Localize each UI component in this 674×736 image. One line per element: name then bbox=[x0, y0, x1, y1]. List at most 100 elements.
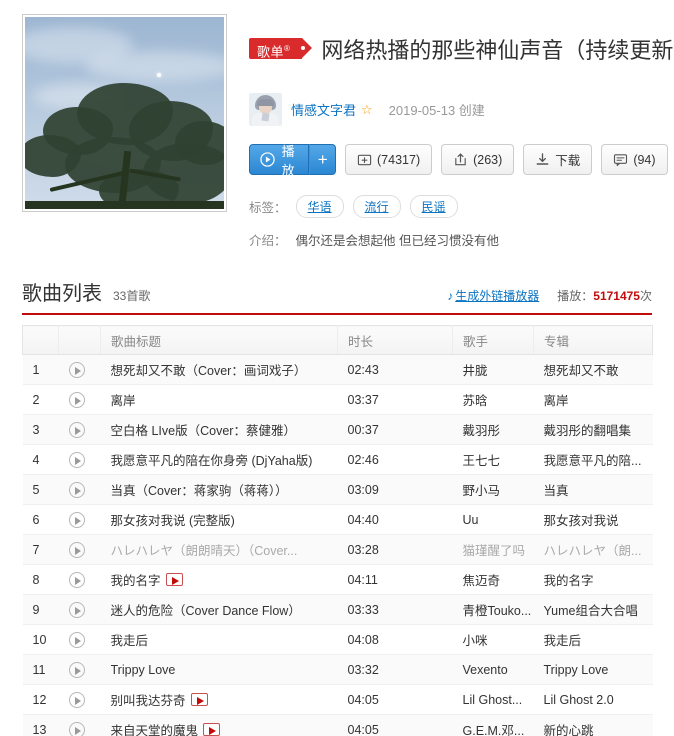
table-row[interactable]: 12 别叫我达芬奇 04:05 Lil Ghost... Lil Ghost 2.0 bbox=[22, 684, 653, 716]
column-header-duration[interactable]: 时长 bbox=[337, 325, 453, 356]
song-album[interactable]: 我愿意平凡的陪... bbox=[533, 444, 653, 476]
play-icon[interactable] bbox=[68, 721, 85, 736]
song-album[interactable]: Yume组合大合唱 bbox=[533, 594, 653, 626]
song-album[interactable]: 那女孩对我说 bbox=[533, 504, 653, 536]
mv-icon[interactable] bbox=[203, 723, 221, 736]
song-artist[interactable]: 青橙Touko... bbox=[452, 594, 534, 626]
tag-item[interactable]: 华语 bbox=[295, 195, 344, 219]
table-row[interactable]: 3 空白格 LIve版（Cover：蔡健雅） 00:37 戴羽彤 戴羽彤的翻唱集 bbox=[22, 414, 653, 446]
song-album[interactable]: 离岸 bbox=[533, 384, 653, 416]
song-artist[interactable]: 野小马 bbox=[452, 474, 534, 506]
song-artist[interactable]: 焦迈奇 bbox=[452, 564, 534, 596]
song-artist[interactable]: 猫瑾醒了吗 bbox=[452, 534, 534, 566]
author-link[interactable]: 情感文字君 bbox=[291, 100, 356, 119]
mv-icon[interactable] bbox=[165, 573, 183, 587]
song-title[interactable]: 我的名字 bbox=[100, 564, 338, 596]
song-title[interactable]: ハレハレヤ（朗朗晴天）（Cover... bbox=[100, 534, 338, 566]
generate-external-player-link[interactable]: 生成外链播放器 bbox=[455, 287, 539, 304]
song-play-cell[interactable] bbox=[58, 624, 101, 656]
play-icon[interactable] bbox=[68, 601, 85, 618]
song-artist[interactable]: 苏晗 bbox=[452, 384, 534, 416]
add-to-playlist-button[interactable]: + bbox=[309, 144, 337, 176]
song-title[interactable]: 想死却又不敢（Cover：画词戏子） bbox=[100, 354, 338, 386]
song-artist[interactable]: Uu bbox=[452, 504, 534, 536]
song-title[interactable]: 当真（Cover：蒋家驹（蒋蒋）） bbox=[100, 474, 338, 506]
column-header-artist[interactable]: 歌手 bbox=[452, 325, 534, 356]
song-artist[interactable]: Lil Ghost... bbox=[452, 684, 534, 716]
song-title[interactable]: Trippy Love bbox=[100, 654, 338, 686]
song-album[interactable]: Trippy Love bbox=[533, 654, 653, 686]
song-title[interactable]: 我愿意平凡的陪在你身旁 (DjYaha版) bbox=[100, 444, 338, 476]
song-title[interactable]: 空白格 LIve版（Cover：蔡健雅） bbox=[100, 414, 338, 446]
play-icon[interactable] bbox=[68, 541, 85, 558]
table-row[interactable]: 6 那女孩对我说 (完整版) 04:40 Uu 那女孩对我说 bbox=[22, 504, 653, 536]
tag-item[interactable]: 民谣 bbox=[409, 195, 458, 219]
song-artist[interactable]: G.E.M.邓... bbox=[452, 714, 534, 736]
song-album[interactable]: 新的心跳 bbox=[533, 714, 653, 736]
column-header-album[interactable]: 专辑 bbox=[533, 325, 653, 356]
song-play-cell[interactable] bbox=[58, 684, 101, 716]
song-title[interactable]: 迷人的危险（Cover Dance Flow） bbox=[100, 594, 338, 626]
song-artist[interactable]: Vexento bbox=[452, 654, 534, 686]
avatar[interactable] bbox=[249, 93, 282, 127]
table-row[interactable]: 1 想死却又不敢（Cover：画词戏子） 02:43 井胧 想死却又不敢 bbox=[22, 354, 653, 386]
song-play-cell[interactable] bbox=[58, 384, 101, 416]
song-play-cell[interactable] bbox=[58, 564, 101, 596]
play-icon[interactable] bbox=[68, 481, 85, 498]
song-title[interactable]: 来自天堂的魔鬼 bbox=[100, 714, 338, 736]
song-title-wrap: 当真（Cover：蒋家驹（蒋蒋）） bbox=[111, 480, 288, 499]
collect-button[interactable]: (74317) bbox=[345, 144, 433, 176]
song-title[interactable]: 别叫我达芬奇 bbox=[100, 684, 338, 716]
song-play-cell[interactable] bbox=[58, 354, 101, 386]
song-album[interactable]: 我的名字 bbox=[533, 564, 653, 596]
mv-icon[interactable] bbox=[190, 693, 208, 707]
column-header-title[interactable]: 歌曲标题 bbox=[100, 325, 338, 356]
play-icon[interactable] bbox=[68, 421, 85, 438]
song-play-cell[interactable] bbox=[58, 504, 101, 536]
play-button[interactable]: 播放 bbox=[249, 144, 310, 178]
song-artist[interactable]: 小咪 bbox=[452, 624, 534, 656]
song-album[interactable]: ハレハレヤ（朗... bbox=[533, 534, 653, 566]
play-icon[interactable] bbox=[68, 571, 85, 588]
song-index: 13 bbox=[22, 714, 59, 736]
comment-button[interactable]: (94) bbox=[601, 144, 668, 176]
table-row[interactable]: 10 我走后 04:08 小咪 我走后 bbox=[22, 624, 653, 656]
table-row[interactable]: 2 离岸 03:37 苏晗 离岸 bbox=[22, 384, 653, 416]
song-album[interactable]: Lil Ghost 2.0 bbox=[533, 684, 653, 716]
playlist-cover[interactable] bbox=[22, 14, 227, 212]
table-row[interactable]: 7 ハレハレヤ（朗朗晴天）（Cover... 03:28 猫瑾醒了吗 ハレハレヤ（朗..… bbox=[22, 534, 653, 566]
song-title[interactable]: 我走后 bbox=[100, 624, 338, 656]
play-icon[interactable] bbox=[68, 361, 85, 378]
play-icon[interactable] bbox=[68, 631, 85, 648]
download-button[interactable]: 下载 bbox=[523, 144, 593, 176]
play-icon[interactable] bbox=[68, 691, 85, 708]
share-button[interactable]: (263) bbox=[441, 144, 515, 176]
table-row[interactable]: 11 Trippy Love 03:32 Vexento Trippy Love bbox=[22, 654, 653, 686]
play-icon[interactable] bbox=[68, 391, 85, 408]
table-row[interactable]: 5 当真（Cover：蒋家驹（蒋蒋）） 03:09 野小马 当真 bbox=[22, 474, 653, 506]
tag-item[interactable]: 流行 bbox=[352, 195, 401, 219]
song-play-cell[interactable] bbox=[58, 654, 101, 686]
song-play-cell[interactable] bbox=[58, 474, 101, 506]
play-icon[interactable] bbox=[68, 451, 85, 468]
table-row[interactable]: 4 我愿意平凡的陪在你身旁 (DjYaha版) 02:46 王七七 我愿意平凡的陪... bbox=[22, 444, 653, 476]
song-artist[interactable]: 井胧 bbox=[452, 354, 534, 386]
song-artist[interactable]: 戴羽彤 bbox=[452, 414, 534, 446]
table-row[interactable]: 9 迷人的危险（Cover Dance Flow） 03:33 青橙Touko... Y… bbox=[22, 594, 653, 626]
song-album[interactable]: 想死却又不敢 bbox=[533, 354, 653, 386]
play-icon[interactable] bbox=[68, 661, 85, 678]
song-play-cell[interactable] bbox=[58, 594, 101, 626]
table-row[interactable]: 13 来自天堂的魔鬼 04:05 G.E.M.邓... 新的心跳 bbox=[22, 714, 653, 736]
song-title[interactable]: 离岸 bbox=[100, 384, 338, 416]
song-play-cell[interactable] bbox=[58, 444, 101, 476]
song-album[interactable]: 我走后 bbox=[533, 624, 653, 656]
song-artist[interactable]: 王七七 bbox=[452, 444, 534, 476]
song-play-cell[interactable] bbox=[58, 534, 101, 566]
song-album[interactable]: 戴羽彤的翻唱集 bbox=[533, 414, 653, 446]
table-row[interactable]: 8 我的名字 04:11 焦迈奇 我的名字 bbox=[22, 564, 653, 596]
song-album[interactable]: 当真 bbox=[533, 474, 653, 506]
song-title[interactable]: 那女孩对我说 (完整版) bbox=[100, 504, 338, 536]
song-play-cell[interactable] bbox=[58, 714, 101, 736]
play-icon[interactable] bbox=[68, 511, 85, 528]
song-play-cell[interactable] bbox=[58, 414, 101, 446]
